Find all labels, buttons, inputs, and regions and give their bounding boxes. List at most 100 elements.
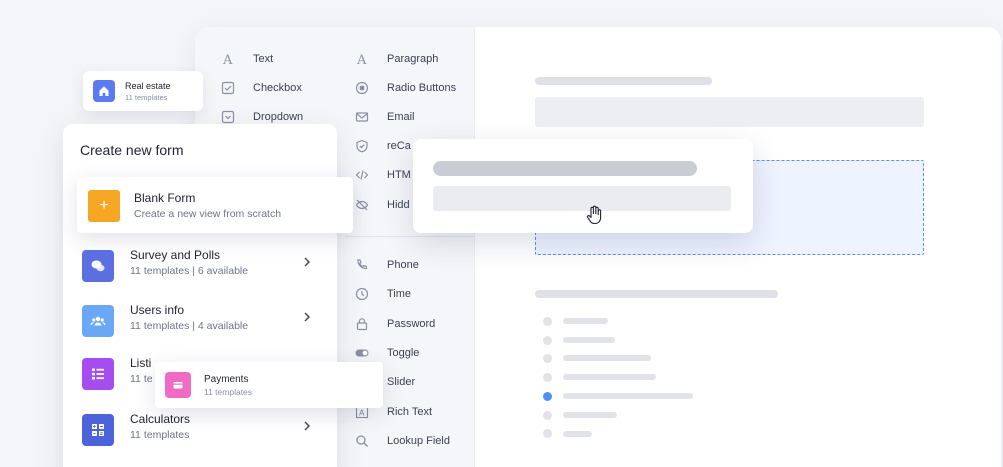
option-line xyxy=(563,374,656,380)
field-phone[interactable]: Phone xyxy=(353,255,419,275)
category-survey-polls[interactable]: Survey and Polls 11 templates | 6 availa… xyxy=(82,248,322,288)
category-subtitle: 11 templates | 4 available xyxy=(130,320,249,332)
svg-text:A: A xyxy=(222,53,233,66)
placeholder-label xyxy=(535,77,712,85)
category-title: Survey and Polls xyxy=(130,248,221,262)
field-hidden[interactable]: Hidd xyxy=(353,195,410,215)
card-icon xyxy=(165,372,191,398)
radio-option xyxy=(543,411,552,420)
placeholder-input xyxy=(535,97,924,127)
placeholder-input xyxy=(433,186,731,211)
field-recaptcha[interactable]: reCa xyxy=(353,136,411,156)
category-title: Listi xyxy=(130,356,152,370)
clock-icon xyxy=(353,285,371,303)
category-title: Calculators xyxy=(130,412,191,426)
dragged-field-card[interactable] xyxy=(413,139,753,233)
lock-icon xyxy=(353,315,371,333)
category-users-info[interactable]: Users info 11 templates | 4 available xyxy=(82,303,322,343)
field-label: Dropdown xyxy=(253,111,304,123)
field-label: Checkbox xyxy=(253,82,302,94)
radio-option-selected xyxy=(543,392,552,401)
text-icon: A xyxy=(219,50,237,68)
field-label: Slider xyxy=(387,376,416,388)
radio-option xyxy=(543,317,552,326)
category-title: Users info xyxy=(130,303,185,317)
field-label: HTM xyxy=(387,169,411,181)
radio-option xyxy=(543,429,552,438)
chip-text: Payments 11 templates xyxy=(204,374,252,397)
chip-title: Real estate xyxy=(125,80,171,91)
paragraph-icon: A xyxy=(353,50,371,68)
chevron-right-icon xyxy=(304,257,310,267)
field-label: Hidd xyxy=(387,199,410,211)
calculator-icon xyxy=(82,414,114,446)
list-icon xyxy=(82,358,114,390)
category-calculators[interactable]: Calculators 11 templates xyxy=(82,412,322,452)
field-paragraph[interactable]: A Paragraph xyxy=(353,49,438,69)
panel-title: Create new form xyxy=(80,142,184,158)
blank-form-subtitle: Create a new view from scratch xyxy=(134,208,282,220)
home-icon xyxy=(93,80,115,102)
checkbox-icon xyxy=(219,79,237,97)
option-line xyxy=(563,337,615,343)
search-icon xyxy=(353,432,371,450)
chip-subtitle: 11 templates xyxy=(204,386,253,397)
option-line xyxy=(563,412,617,418)
blank-form-card[interactable]: + Blank Form Create a new view from scra… xyxy=(77,177,353,233)
grab-hand-icon xyxy=(586,205,602,225)
template-chip-real-estate[interactable]: Real estate 11 templates xyxy=(83,71,203,111)
chat-bubbles-icon xyxy=(82,250,114,282)
category-subtitle: 11 templates | 6 available xyxy=(130,265,249,277)
radio-option xyxy=(543,336,552,345)
category-subtitle: 11 templates xyxy=(130,429,190,441)
category-subtitle: 11 te xyxy=(130,373,153,385)
phone-icon xyxy=(353,256,371,274)
field-password[interactable]: Password xyxy=(353,314,435,334)
toggle-icon xyxy=(353,344,371,362)
option-line xyxy=(563,431,592,437)
option-line xyxy=(563,318,608,324)
svg-text:A: A xyxy=(356,53,367,66)
chevron-right-icon xyxy=(304,312,310,322)
field-label: Rich Text xyxy=(387,406,433,418)
field-label: Toggle xyxy=(387,347,420,359)
code-icon xyxy=(353,166,371,184)
field-text[interactable]: A Text xyxy=(219,49,273,69)
placeholder-label xyxy=(535,290,778,298)
placeholder-label xyxy=(433,161,697,176)
field-label: Lookup Field xyxy=(387,435,450,447)
field-html[interactable]: HTM xyxy=(353,165,411,185)
field-label: Email xyxy=(387,111,415,123)
field-label: Password xyxy=(387,318,436,330)
chip-title: Payments xyxy=(204,373,249,385)
field-label: Radio Buttons xyxy=(387,82,457,94)
chip-text: Real estate 11 templates xyxy=(125,81,171,102)
blank-form-title: Blank Form xyxy=(134,191,196,205)
field-label: Time xyxy=(387,288,412,300)
shield-check-icon xyxy=(353,137,371,155)
field-label: Phone xyxy=(387,259,419,271)
field-time[interactable]: Time xyxy=(353,284,411,304)
option-line xyxy=(563,355,651,361)
field-radio-buttons[interactable]: Radio Buttons xyxy=(353,78,456,98)
mail-icon xyxy=(353,108,371,126)
plus-icon: + xyxy=(88,190,120,222)
radio-option xyxy=(543,373,552,382)
radio-icon xyxy=(353,79,371,97)
radio-option xyxy=(543,354,552,363)
field-email[interactable]: Email xyxy=(353,107,415,127)
chevron-right-icon xyxy=(304,421,310,431)
field-lookup[interactable]: Lookup Field xyxy=(353,431,450,451)
template-chip-payments[interactable]: Payments 11 templates xyxy=(155,362,383,408)
chip-subtitle: 11 templates xyxy=(125,92,168,102)
palette-divider xyxy=(345,236,474,237)
eye-off-icon xyxy=(353,196,371,214)
svg-text:A: A xyxy=(359,409,365,418)
field-label: Text xyxy=(253,53,274,65)
option-line xyxy=(563,393,693,399)
field-toggle[interactable]: Toggle xyxy=(353,343,419,363)
field-label: reCa xyxy=(387,140,411,152)
field-checkbox[interactable]: Checkbox xyxy=(219,78,302,98)
users-icon xyxy=(82,305,114,337)
field-label: Paragraph xyxy=(387,53,439,65)
